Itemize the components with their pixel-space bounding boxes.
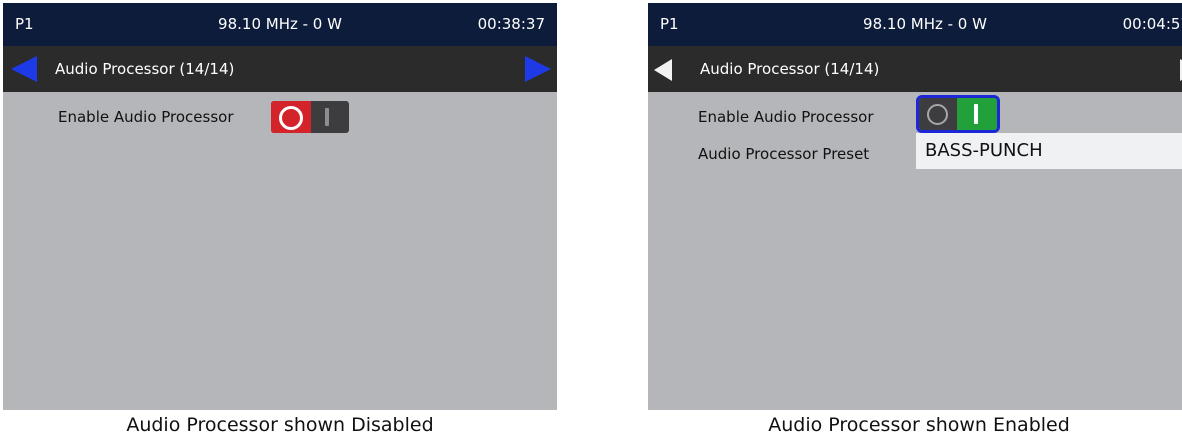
frequency-power-readout: 98.10 MHz - 0 W bbox=[218, 15, 342, 33]
off-ring-icon bbox=[927, 104, 948, 125]
next-arrow-icon[interactable] bbox=[525, 56, 551, 82]
enable-audio-processor-toggle[interactable] bbox=[916, 95, 1000, 133]
clock-readout: 00:04:57 bbox=[1122, 15, 1182, 33]
on-bar-icon bbox=[974, 104, 978, 124]
on-bar-icon bbox=[325, 108, 329, 126]
enable-audio-processor-label: Enable Audio Processor bbox=[58, 108, 234, 126]
caption-disabled: Audio Processor shown Disabled bbox=[126, 414, 434, 436]
status-bar: P1 98.10 MHz - 0 W 00:38:37 bbox=[3, 3, 557, 46]
audio-processor-preset-label: Audio Processor Preset bbox=[698, 145, 870, 163]
menu-nav-bar: Audio Processor (14/14) bbox=[3, 46, 557, 92]
frequency-power-readout: 98.10 MHz - 0 W bbox=[863, 15, 987, 33]
preset-value: BASS-PUNCH bbox=[925, 140, 1043, 161]
prev-arrow-icon[interactable] bbox=[11, 56, 37, 82]
menu-title: Audio Processor (14/14) bbox=[700, 60, 880, 78]
caption-enabled: Audio Processor shown Enabled bbox=[768, 414, 1070, 436]
audio-processor-preset-field[interactable]: BASS-PUNCH bbox=[916, 133, 1182, 169]
menu-title: Audio Processor (14/14) bbox=[55, 60, 235, 78]
screen-panel-enabled: P1 98.10 MHz - 0 W 00:04:57 Audio Proces… bbox=[648, 3, 1182, 410]
off-ring-icon bbox=[279, 106, 303, 130]
enable-audio-processor-toggle[interactable] bbox=[271, 101, 349, 133]
enable-audio-processor-label: Enable Audio Processor bbox=[698, 108, 874, 126]
clock-readout: 00:38:37 bbox=[477, 15, 545, 33]
menu-nav-bar: Audio Processor (14/14) bbox=[648, 46, 1182, 92]
status-bar: P1 98.10 MHz - 0 W 00:04:57 bbox=[648, 3, 1182, 46]
screen-panel-disabled: P1 98.10 MHz - 0 W 00:38:37 Audio Proces… bbox=[3, 3, 557, 410]
prev-arrow-icon[interactable] bbox=[654, 59, 672, 81]
